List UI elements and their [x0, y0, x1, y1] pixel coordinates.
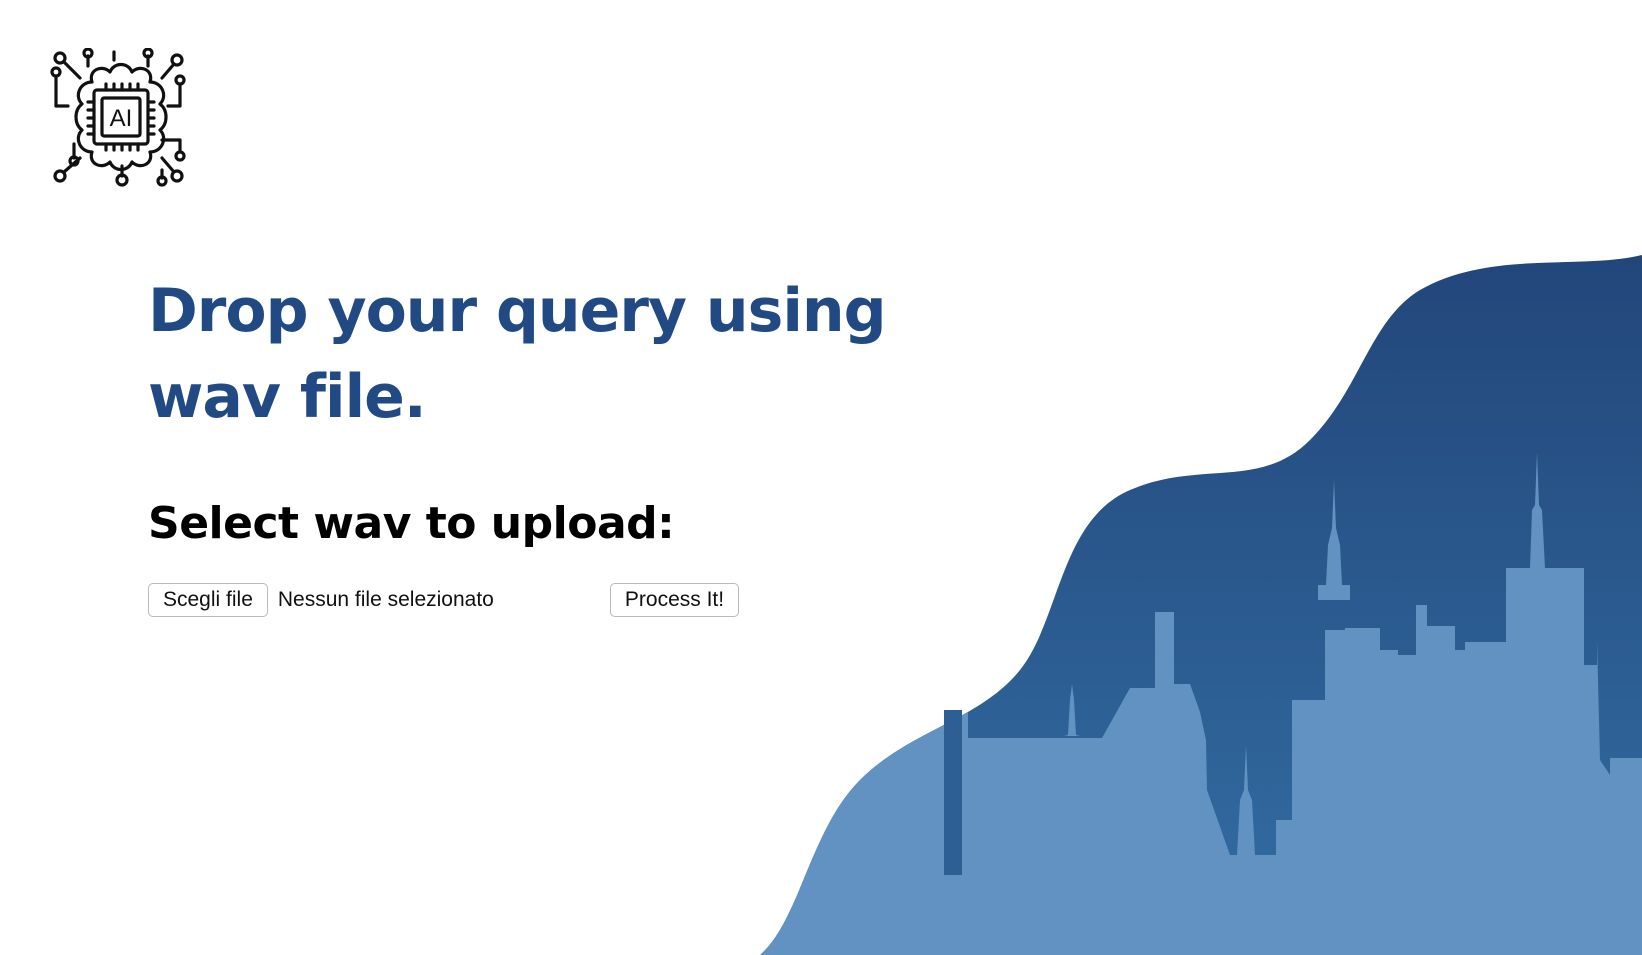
file-status-text: Nessun file selezionato	[277, 588, 494, 611]
page: AI Drop your query using wav file. Selec…	[0, 0, 1642, 955]
dark-tower	[944, 710, 962, 875]
process-it-button[interactable]: Process It!	[609, 583, 740, 617]
svg-text:AI: AI	[110, 105, 133, 132]
page-title: Drop your query using wav file.	[148, 268, 908, 440]
page-title-line2: wav file.	[148, 362, 427, 432]
ai-chip-cloud-icon: AI	[50, 48, 186, 187]
upload-form: Scegli file Nessun file selezionato Proc…	[148, 582, 908, 618]
upload-section: Drop your query using wav file. Select w…	[148, 268, 908, 618]
page-title-line1: Drop your query using	[148, 276, 887, 346]
choose-file-button[interactable]: Scegli file	[148, 583, 268, 617]
upload-label: Select wav to upload:	[148, 498, 675, 549]
